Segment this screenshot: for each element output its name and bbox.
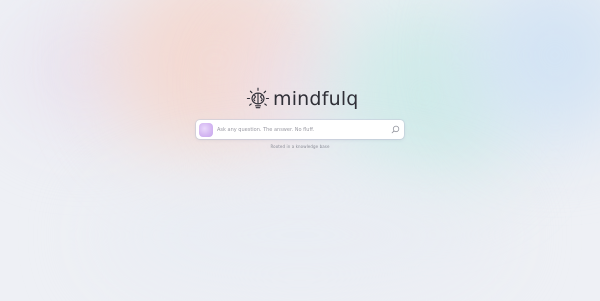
search-icon — [391, 125, 399, 134]
brand-name: mindfulq — [273, 87, 359, 110]
brand-logo[interactable]: mindfulq — [246, 86, 359, 112]
search-input[interactable] — [213, 120, 389, 139]
knowledge-base-note: Rooted in a knowledge base — [270, 144, 330, 149]
background — [0, 0, 600, 301]
search-button[interactable] — [389, 124, 401, 136]
background-blob-lower — [100, 170, 500, 300]
gradient-orb-icon — [199, 122, 213, 137]
brain-lightbulb-icon — [246, 87, 270, 109]
search-bar — [196, 120, 404, 139]
